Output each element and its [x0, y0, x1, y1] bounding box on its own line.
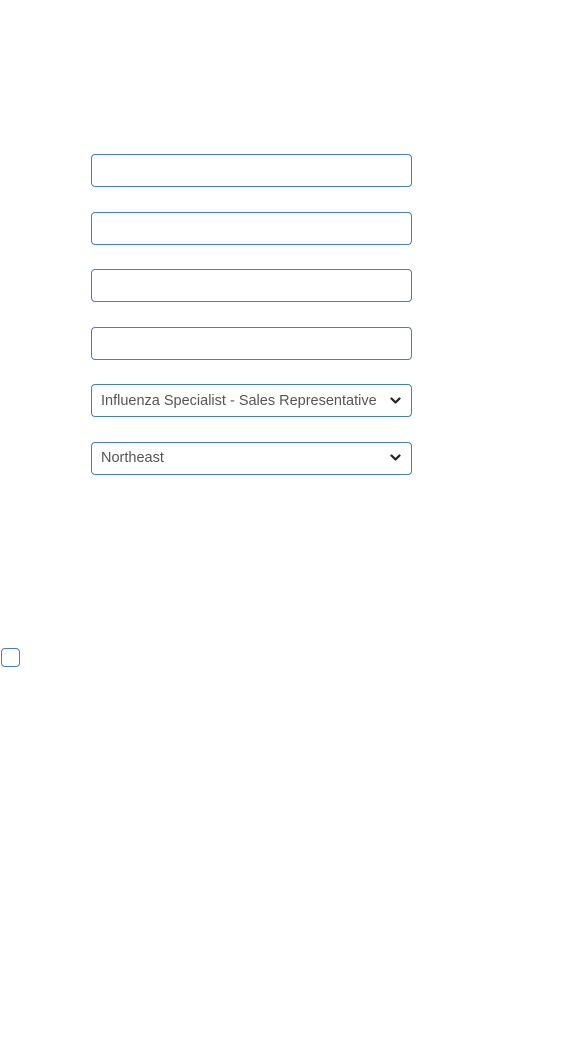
region-select-value: Northeast [101, 450, 164, 466]
text-field-4[interactable] [91, 326, 412, 360]
text-field-3[interactable] [91, 269, 412, 302]
region-select[interactable]: Northeast [91, 441, 412, 475]
chevron-down-icon [389, 452, 401, 464]
consent-checkbox[interactable] [1, 648, 20, 667]
role-select[interactable]: Influenza Specialist - Sales Representat… [91, 384, 412, 417]
text-field-2[interactable] [91, 211, 412, 245]
contact-form: Influenza Specialist - Sales Representat… [91, 154, 412, 499]
text-field-1[interactable] [91, 154, 412, 187]
chevron-down-icon [389, 395, 401, 407]
role-select-value: Influenza Specialist - Sales Representat… [101, 392, 377, 409]
